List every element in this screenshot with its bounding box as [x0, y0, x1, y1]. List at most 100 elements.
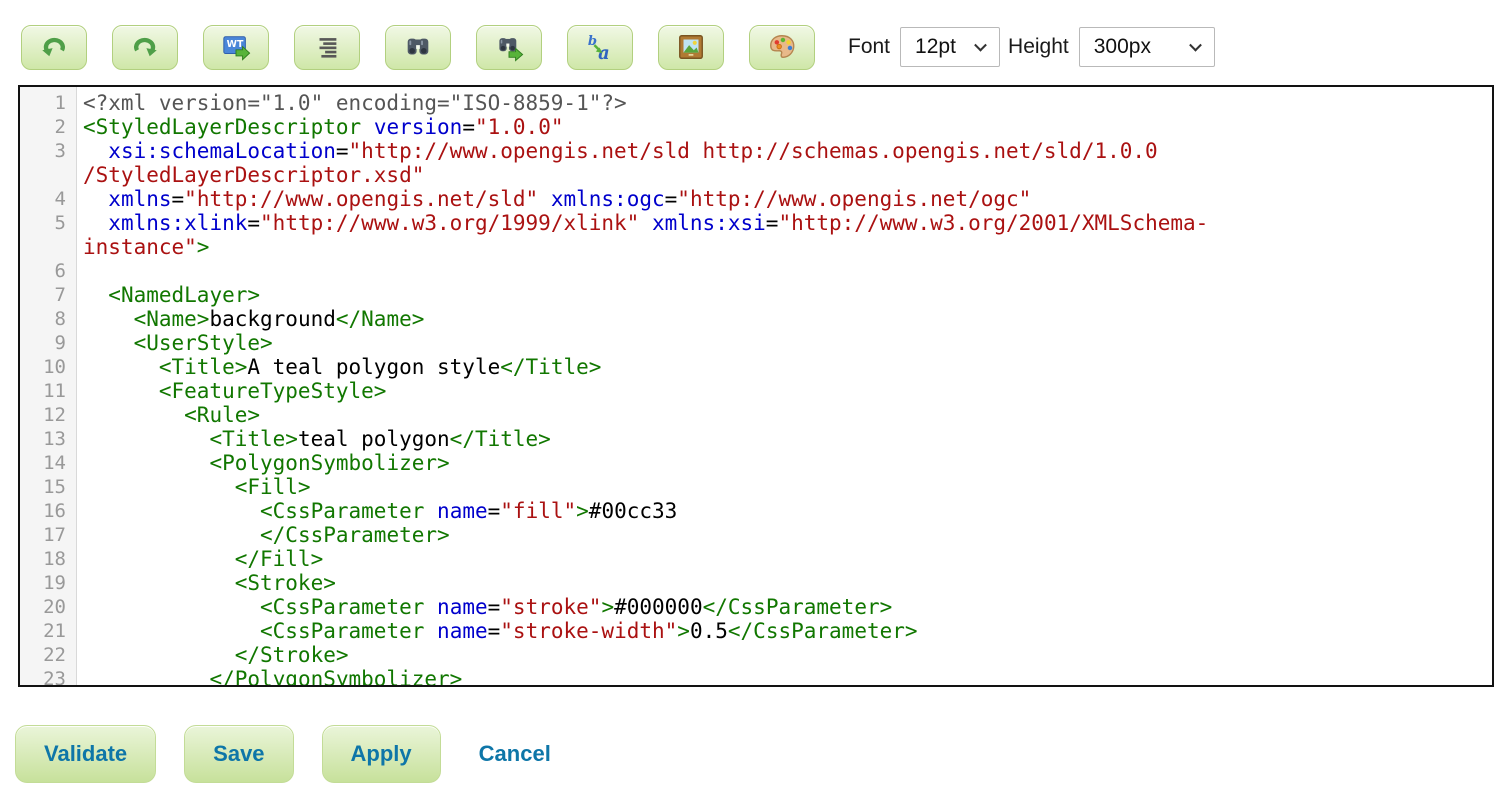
code-line-text: <CssParameter name="fill">#00cc33 — [76, 499, 1492, 523]
find-icon — [403, 32, 433, 62]
chevron-down-icon — [974, 39, 987, 52]
code-line-text: </CssParameter> — [76, 523, 1492, 547]
editor-height-value: 300px — [1094, 35, 1151, 59]
code-line[interactable]: 13 <Title>teal polygon</Title> — [20, 427, 1492, 451]
code-line[interactable]: 2<StyledLayerDescriptor version="1.0.0" — [20, 115, 1492, 139]
code-line-text: <PolygonSymbolizer> — [76, 451, 1492, 475]
code-line-text: <StyledLayerDescriptor version="1.0.0" — [76, 115, 1492, 139]
line-number: 7 — [20, 283, 76, 307]
code-line-text: <Stroke> — [76, 571, 1492, 595]
svg-text:WT: WT — [227, 39, 244, 50]
code-line-text: </Fill> — [76, 547, 1492, 571]
line-number: 1 — [20, 91, 76, 115]
undo-icon — [39, 32, 69, 62]
cancel-link[interactable]: Cancel — [479, 741, 551, 767]
code-line-text: <FeatureTypeStyle> — [76, 379, 1492, 403]
code-line[interactable]: 6 — [20, 259, 1492, 283]
code-line-text: <Title>teal polygon</Title> — [76, 427, 1492, 451]
code-editor[interactable]: 1<?xml version="1.0" encoding="ISO-8859-… — [18, 85, 1494, 687]
line-number: 21 — [20, 619, 76, 643]
redo-icon — [130, 32, 160, 62]
code-line[interactable]: 11 <FeatureTypeStyle> — [20, 379, 1492, 403]
line-number: 15 — [20, 475, 76, 499]
line-number: 3 — [20, 139, 76, 163]
font-label: Font — [848, 35, 890, 59]
font-size-value: 12pt — [915, 35, 956, 59]
code-line[interactable]: 7 <NamedLayer> — [20, 283, 1492, 307]
height-label: Height — [1008, 35, 1069, 59]
code-line-text: <?xml version="1.0" encoding="ISO-8859-1… — [76, 91, 1492, 115]
code-line[interactable]: 17 </CssParameter> — [20, 523, 1492, 547]
wrap-text-button[interactable]: WT — [203, 25, 269, 70]
line-number: 12 — [20, 403, 76, 427]
line-number: 19 — [20, 571, 76, 595]
wrap-text-icon: WT — [221, 32, 251, 62]
code-line-text: <NamedLayer> — [76, 283, 1492, 307]
code-line-text: xmlns:xlink="http://www.w3.org/1999/xlin… — [76, 211, 1492, 259]
line-number: 23 — [20, 667, 76, 687]
font-size-select[interactable]: 12pt — [900, 27, 1000, 67]
code-line[interactable]: 9 <UserStyle> — [20, 331, 1492, 355]
code-line-text: <Name>background</Name> — [76, 307, 1492, 331]
code-line-text: xsi:schemaLocation="http://www.opengis.n… — [76, 139, 1492, 187]
line-number: 18 — [20, 547, 76, 571]
action-bar: Validate Save Apply Cancel — [15, 725, 1512, 783]
replace-button[interactable]: b a — [567, 25, 633, 70]
undo-button[interactable] — [21, 25, 87, 70]
svg-text:a: a — [598, 43, 610, 62]
code-lines: 1<?xml version="1.0" encoding="ISO-8859-… — [20, 91, 1492, 687]
color-palette-icon — [767, 32, 797, 62]
line-number: 20 — [20, 595, 76, 619]
code-line-text: <CssParameter name="stroke">#000000</Css… — [76, 595, 1492, 619]
line-number: 6 — [20, 259, 76, 283]
redo-button[interactable] — [112, 25, 178, 70]
line-number: 22 — [20, 643, 76, 667]
editor-height-select[interactable]: 300px — [1079, 27, 1215, 67]
line-number: 4 — [20, 187, 76, 211]
code-line[interactable]: 10 <Title>A teal polygon style</Title> — [20, 355, 1492, 379]
code-line[interactable]: 4 xmlns="http://www.opengis.net/sld" xml… — [20, 187, 1492, 211]
color-palette-button[interactable] — [749, 25, 815, 70]
code-line[interactable]: 14 <PolygonSymbolizer> — [20, 451, 1492, 475]
code-line[interactable]: 3 xsi:schemaLocation="http://www.opengis… — [20, 139, 1492, 187]
save-button[interactable]: Save — [184, 725, 293, 783]
find-next-icon — [494, 32, 524, 62]
code-line[interactable]: 18 </Fill> — [20, 547, 1492, 571]
code-line[interactable]: 20 <CssParameter name="stroke">#000000</… — [20, 595, 1492, 619]
code-line-text: <Rule> — [76, 403, 1492, 427]
code-line-text: <UserStyle> — [76, 331, 1492, 355]
code-line-text: <Title>A teal polygon style</Title> — [76, 355, 1492, 379]
code-line-text: </Stroke> — [76, 643, 1492, 667]
reformat-icon — [312, 32, 342, 62]
line-number: 13 — [20, 427, 76, 451]
code-line[interactable]: 16 <CssParameter name="fill">#00cc33 — [20, 499, 1492, 523]
insert-image-icon — [676, 32, 706, 62]
find-next-button[interactable] — [476, 25, 542, 70]
insert-image-button[interactable] — [658, 25, 724, 70]
code-line-text: </PolygonSymbolizer> — [76, 667, 1492, 687]
code-line[interactable]: 15 <Fill> — [20, 475, 1492, 499]
code-line[interactable]: 21 <CssParameter name="stroke-width">0.5… — [20, 619, 1492, 643]
line-number: 9 — [20, 331, 76, 355]
line-number: 8 — [20, 307, 76, 331]
code-line[interactable]: 8 <Name>background</Name> — [20, 307, 1492, 331]
code-line[interactable]: 19 <Stroke> — [20, 571, 1492, 595]
code-line[interactable]: 22 </Stroke> — [20, 643, 1492, 667]
chevron-down-icon — [1189, 39, 1202, 52]
validate-button[interactable]: Validate — [15, 725, 156, 783]
line-number: 16 — [20, 499, 76, 523]
find-button[interactable] — [385, 25, 451, 70]
line-number: 11 — [20, 379, 76, 403]
line-number: 2 — [20, 115, 76, 139]
code-line[interactable]: 5 xmlns:xlink="http://www.w3.org/1999/xl… — [20, 211, 1492, 259]
code-line[interactable]: 12 <Rule> — [20, 403, 1492, 427]
code-line[interactable]: 1<?xml version="1.0" encoding="ISO-8859-… — [20, 91, 1492, 115]
code-line-text: <CssParameter name="stroke-width">0.5</C… — [76, 619, 1492, 643]
reformat-button[interactable] — [294, 25, 360, 70]
code-line-text: <Fill> — [76, 475, 1492, 499]
code-line[interactable]: 23 </PolygonSymbolizer> — [20, 667, 1492, 687]
line-number: 14 — [20, 451, 76, 475]
apply-button[interactable]: Apply — [322, 725, 441, 783]
code-line-text: xmlns="http://www.opengis.net/sld" xmlns… — [76, 187, 1492, 211]
line-number: 5 — [20, 211, 76, 235]
